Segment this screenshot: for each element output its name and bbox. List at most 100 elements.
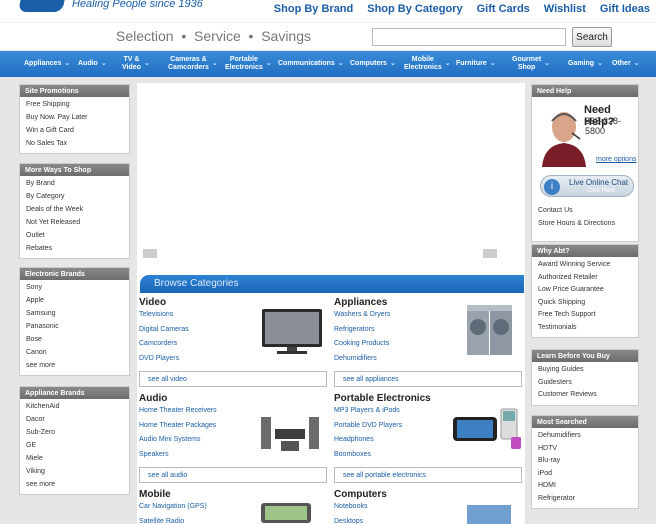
most-searched-box: Most Searched Dehumidifiers HDTV Blu-ray…: [531, 415, 639, 509]
searched-item[interactable]: HDMI: [532, 480, 638, 493]
more-ways-item[interactable]: By Brand: [20, 177, 129, 190]
more-ways-item[interactable]: Deals of the Week: [20, 203, 129, 216]
brand-item[interactable]: Canon: [20, 346, 129, 359]
nav-mobile[interactable]: Mobile Electronics ⌄: [404, 55, 451, 73]
gift-cards-link[interactable]: Gift Cards: [477, 3, 530, 15]
nav-label: Mobile Electronics: [404, 56, 442, 71]
browse-categories-title: Browse Categories: [154, 278, 239, 289]
why-item[interactable]: Low Price Guarantee: [532, 284, 638, 297]
why-item[interactable]: Testimonials: [532, 322, 638, 335]
promo-item[interactable]: Buy Now. Pay Later: [20, 111, 129, 124]
brand-item[interactable]: Dacor: [20, 413, 129, 426]
chevron-down-icon: ⌄: [100, 60, 107, 67]
learn-item[interactable]: Guidesters: [532, 377, 638, 390]
contact-us-link[interactable]: Contact Us: [538, 207, 573, 214]
brand-item[interactable]: Panasonic: [20, 320, 129, 333]
brand-item[interactable]: Sub-Zero: [20, 426, 129, 439]
brand-item[interactable]: Bose: [20, 333, 129, 346]
box-header: Most Searched: [532, 416, 638, 428]
nav-portable[interactable]: Portable Electronics ⌄: [225, 55, 272, 73]
more-options-link[interactable]: more options: [596, 156, 636, 163]
top-bar: Healing People since 1936 Shop By Brand …: [0, 0, 656, 22]
more-ways-item[interactable]: Outlet: [20, 229, 129, 242]
tv-image[interactable]: [259, 305, 325, 355]
washer-dryer-image[interactable]: [465, 301, 515, 359]
carousel-prev-button[interactable]: [143, 249, 157, 258]
searched-item[interactable]: Refrigerator: [532, 493, 638, 506]
brand-item[interactable]: Apple: [20, 294, 129, 307]
more-ways-item[interactable]: Rebates: [20, 242, 129, 255]
category-title[interactable]: Mobile: [139, 489, 329, 500]
nav-label: Computers: [350, 60, 387, 67]
searched-item[interactable]: Dehumidifiers: [532, 430, 638, 443]
brand-item[interactable]: GE: [20, 439, 129, 452]
category-title[interactable]: Computers: [334, 489, 524, 500]
see-more-link[interactable]: see more: [20, 359, 129, 372]
more-ways-item[interactable]: Not Yet Released: [20, 216, 129, 229]
logo[interactable]: [18, 0, 66, 12]
nav-tv-video[interactable]: TV & Video ⌄: [122, 55, 150, 73]
nav-communications[interactable]: Communications ⌄: [278, 55, 344, 73]
see-all-video-button[interactable]: see all video: [139, 371, 327, 387]
nav-label: Appliances: [24, 60, 62, 67]
why-item[interactable]: Quick Shipping: [532, 297, 638, 310]
carousel-next-button[interactable]: [483, 249, 497, 258]
searched-item[interactable]: HDTV: [532, 443, 638, 456]
chevron-down-icon: ⌄: [633, 60, 640, 67]
chevron-down-icon: ⌄: [143, 60, 150, 67]
why-item[interactable]: Authorized Retailer: [532, 272, 638, 285]
nav-furniture[interactable]: Furniture ⌄: [456, 55, 496, 73]
why-item[interactable]: Free Tech Support: [532, 309, 638, 322]
computer-image[interactable]: [463, 503, 515, 524]
gift-ideas-link[interactable]: Gift Ideas: [600, 3, 650, 15]
nav-computers[interactable]: Computers ⌄: [350, 55, 396, 73]
wishlist-link[interactable]: Wishlist: [544, 3, 586, 15]
live-chat-button[interactable]: i Live Online Chat Click Here: [540, 175, 634, 197]
see-more-link[interactable]: see more: [20, 478, 129, 491]
ipod-image[interactable]: [451, 407, 525, 453]
search-row: Selection • Service • Savings Search: [0, 22, 656, 50]
promo-item[interactable]: Win a Gift Card: [20, 124, 129, 137]
gps-image[interactable]: [257, 501, 317, 524]
brand-item[interactable]: KitchenAid: [20, 400, 129, 413]
home-theater-image[interactable]: [257, 403, 323, 453]
brand-item[interactable]: Sony: [20, 281, 129, 294]
nav-appliances[interactable]: Appliances ⌄: [24, 55, 70, 73]
box-header: Need Help: [532, 85, 638, 97]
nav-gourmet[interactable]: Gourmet Shop ⌄: [512, 55, 550, 73]
nav-gaming[interactable]: Gaming ⌄: [568, 55, 603, 73]
more-ways-item[interactable]: By Category: [20, 190, 129, 203]
click-here-label: Click Here: [587, 188, 615, 194]
store-hours-link[interactable]: Store Hours & Directions: [538, 220, 615, 227]
category-title[interactable]: Portable Electronics: [334, 393, 524, 404]
searched-item[interactable]: Blu-ray: [532, 455, 638, 468]
search-button[interactable]: Search: [572, 27, 612, 47]
see-all-appliances-button[interactable]: see all appliances: [334, 371, 522, 387]
promo-item[interactable]: No Sales Tax: [20, 137, 129, 150]
searched-item[interactable]: iPod: [532, 468, 638, 481]
brand-item[interactable]: Samsung: [20, 307, 129, 320]
main-nav: Appliances ⌄ Audio ⌄ TV & Video ⌄ Cameras &…: [0, 51, 656, 77]
why-item[interactable]: Award Winning Service: [532, 259, 638, 272]
learn-item[interactable]: Buying Guides: [532, 364, 638, 377]
search-input[interactable]: [372, 28, 566, 46]
browse-categories-header: Browse Categories: [140, 275, 524, 293]
see-all-portable-button[interactable]: see all portable electronics: [334, 467, 522, 483]
nav-audio[interactable]: Audio ⌄: [78, 55, 107, 73]
shop-by-brand-link[interactable]: Shop By Brand: [274, 3, 353, 15]
nav-label: TV & Video: [122, 56, 141, 71]
brand-item[interactable]: Viking: [20, 465, 129, 478]
shop-by-category-link[interactable]: Shop By Category: [367, 3, 462, 15]
learn-item[interactable]: Customer Reviews: [532, 389, 638, 402]
nav-label: Gaming: [568, 60, 595, 67]
top-links: Shop By Brand Shop By Category Gift Card…: [274, 3, 650, 15]
chevron-down-icon: ⌄: [544, 60, 551, 67]
chevron-down-icon: ⌄: [444, 60, 451, 67]
promo-item[interactable]: Free Shipping: [20, 98, 129, 111]
nav-label: Portable Electronics: [225, 56, 263, 71]
brand-item[interactable]: Miele: [20, 452, 129, 465]
main-content: Browse Categories Video Televisions Digi…: [137, 83, 525, 524]
nav-other[interactable]: Other ⌄: [612, 55, 640, 73]
nav-cameras[interactable]: Cameras & Camcorders ⌄: [168, 55, 218, 73]
see-all-audio-button[interactable]: see all audio: [139, 467, 327, 483]
